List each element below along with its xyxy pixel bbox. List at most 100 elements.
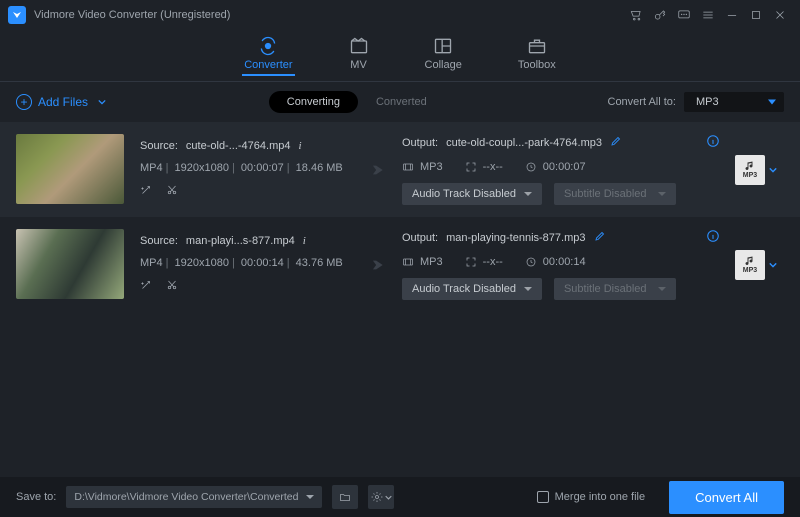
- source-meta: MP4| 1920x1080| 00:00:14| 43.76 MB: [140, 257, 344, 269]
- info-icon[interactable]: i: [298, 140, 301, 152]
- save-to-path: D:\Vidmore\Vidmore Video Converter\Conve…: [74, 491, 298, 503]
- chevron-down-icon: [769, 256, 777, 274]
- source-tools: [140, 184, 344, 199]
- effects-icon[interactable]: [140, 184, 152, 199]
- output-format-button[interactable]: MP3: [728, 134, 784, 205]
- output-column: Output: man-playing-tennis-877.mp3 MP3 -…: [394, 229, 728, 300]
- source-filename: cute-old-...-4764.mp4: [186, 140, 291, 152]
- chevron-down-icon: [385, 494, 392, 501]
- convert-all-to-label: Convert All to:: [608, 96, 676, 108]
- subtitle-dropdown: Subtitle Disabled: [554, 183, 676, 205]
- music-note-icon: MP3: [735, 250, 765, 280]
- source-line: Source: man-playi...s-877.mp4 i: [140, 235, 344, 247]
- edit-icon[interactable]: [610, 135, 622, 150]
- out-duration: 00:00:07: [543, 161, 586, 173]
- video-icon: [402, 256, 414, 268]
- checkbox-icon: [537, 491, 549, 503]
- source-filename: man-playi...s-877.mp4: [186, 235, 295, 247]
- audio-track-dropdown[interactable]: Audio Track Disabled: [402, 183, 542, 205]
- info-icon[interactable]: [706, 229, 720, 246]
- tab-label: Toolbox: [518, 59, 556, 71]
- thumbnail[interactable]: [16, 134, 124, 204]
- source-meta: MP4| 1920x1080| 00:00:07| 18.46 MB: [140, 162, 344, 174]
- edit-icon[interactable]: [594, 230, 606, 245]
- file-row: Source: man-playi...s-877.mp4 i MP4| 192…: [0, 217, 800, 312]
- thumbnail[interactable]: [16, 229, 124, 299]
- subtitle-dropdown: Subtitle Disabled: [554, 278, 676, 300]
- close-button[interactable]: [768, 3, 792, 27]
- tab-converter[interactable]: Converter: [244, 36, 292, 75]
- source-label: Source:: [140, 235, 178, 247]
- folder-icon: [339, 491, 351, 503]
- source-column: Source: man-playi...s-877.mp4 i MP4| 192…: [124, 229, 354, 300]
- tab-collage[interactable]: Collage: [425, 36, 462, 75]
- expand-icon: [465, 256, 477, 268]
- src-resolution: 1920x1080: [175, 162, 229, 174]
- effects-icon[interactable]: [140, 279, 152, 294]
- menu-icon[interactable]: [696, 3, 720, 27]
- out-format: MP3: [420, 256, 443, 268]
- app-title: Vidmore Video Converter (Unregistered): [34, 9, 230, 21]
- app-logo: [8, 6, 26, 24]
- src-duration: 00:00:07: [241, 162, 284, 174]
- file-row: Source: cute-old-...-4764.mp4 i MP4| 192…: [0, 122, 800, 217]
- music-note-icon: MP3: [735, 155, 765, 185]
- track-dropdowns: Audio Track Disabled Subtitle Disabled: [402, 278, 720, 300]
- save-to-dropdown[interactable]: D:\Vidmore\Vidmore Video Converter\Conve…: [66, 486, 322, 508]
- merge-checkbox[interactable]: Merge into one file: [537, 491, 646, 503]
- output-label: Output:: [402, 137, 438, 149]
- expand-icon: [465, 161, 477, 173]
- minimize-button[interactable]: [720, 3, 744, 27]
- tab-label: Converter: [244, 59, 292, 71]
- output-meta: MP3 --x-- 00:00:14: [402, 256, 720, 268]
- src-format: MP4: [140, 257, 163, 269]
- plus-icon: +: [16, 94, 32, 110]
- track-dropdowns: Audio Track Disabled Subtitle Disabled: [402, 183, 720, 205]
- convert-all-to-dropdown[interactable]: MP3: [684, 92, 784, 112]
- cart-icon[interactable]: [624, 3, 648, 27]
- chevron-down-icon: [769, 161, 777, 179]
- converter-icon: [258, 36, 278, 56]
- collage-icon: [433, 36, 453, 56]
- tab-mv[interactable]: MV: [349, 36, 369, 75]
- file-list: Source: cute-old-...-4764.mp4 i MP4| 192…: [0, 122, 800, 477]
- source-tools: [140, 279, 344, 294]
- cut-icon[interactable]: [166, 279, 178, 294]
- key-icon[interactable]: [648, 3, 672, 27]
- tab-toolbox[interactable]: Toolbox: [518, 36, 556, 75]
- output-line: Output: man-playing-tennis-877.mp3: [402, 229, 720, 246]
- out-resolution: --x--: [483, 256, 503, 268]
- format-badge-label: MP3: [743, 172, 757, 179]
- out-format: MP3: [420, 161, 443, 173]
- info-icon[interactable]: [706, 134, 720, 151]
- src-size: 43.76 MB: [296, 257, 343, 269]
- settings-button[interactable]: [368, 485, 394, 509]
- gear-icon: [371, 491, 383, 503]
- audio-track-dropdown[interactable]: Audio Track Disabled: [402, 278, 542, 300]
- clock-icon: [525, 161, 537, 173]
- pill-converted[interactable]: Converted: [358, 91, 445, 113]
- video-icon: [402, 161, 414, 173]
- pill-converting[interactable]: Converting: [269, 91, 358, 113]
- cut-icon[interactable]: [166, 184, 178, 199]
- add-files-button[interactable]: + Add Files: [16, 94, 106, 110]
- merge-label: Merge into one file: [555, 491, 646, 503]
- toolbox-icon: [527, 36, 547, 56]
- output-filename: cute-old-coupl...-park-4764.mp3: [446, 137, 602, 149]
- tab-label: Collage: [425, 59, 462, 71]
- feedback-icon[interactable]: [672, 3, 696, 27]
- tab-label: MV: [350, 59, 367, 71]
- src-format: MP4: [140, 162, 163, 174]
- source-line: Source: cute-old-...-4764.mp4 i: [140, 140, 344, 152]
- convert-all-button[interactable]: Convert All: [669, 481, 784, 514]
- output-line: Output: cute-old-coupl...-park-4764.mp3: [402, 134, 720, 151]
- title-bar: Vidmore Video Converter (Unregistered): [0, 0, 800, 30]
- open-folder-button[interactable]: [332, 485, 358, 509]
- main-tabs: Converter MV Collage Toolbox: [0, 30, 800, 82]
- output-filename: man-playing-tennis-877.mp3: [446, 232, 585, 244]
- maximize-button[interactable]: [744, 3, 768, 27]
- info-icon[interactable]: i: [303, 235, 306, 247]
- chevron-down-icon: [98, 95, 106, 109]
- mv-icon: [349, 36, 369, 56]
- output-format-button[interactable]: MP3: [728, 229, 784, 300]
